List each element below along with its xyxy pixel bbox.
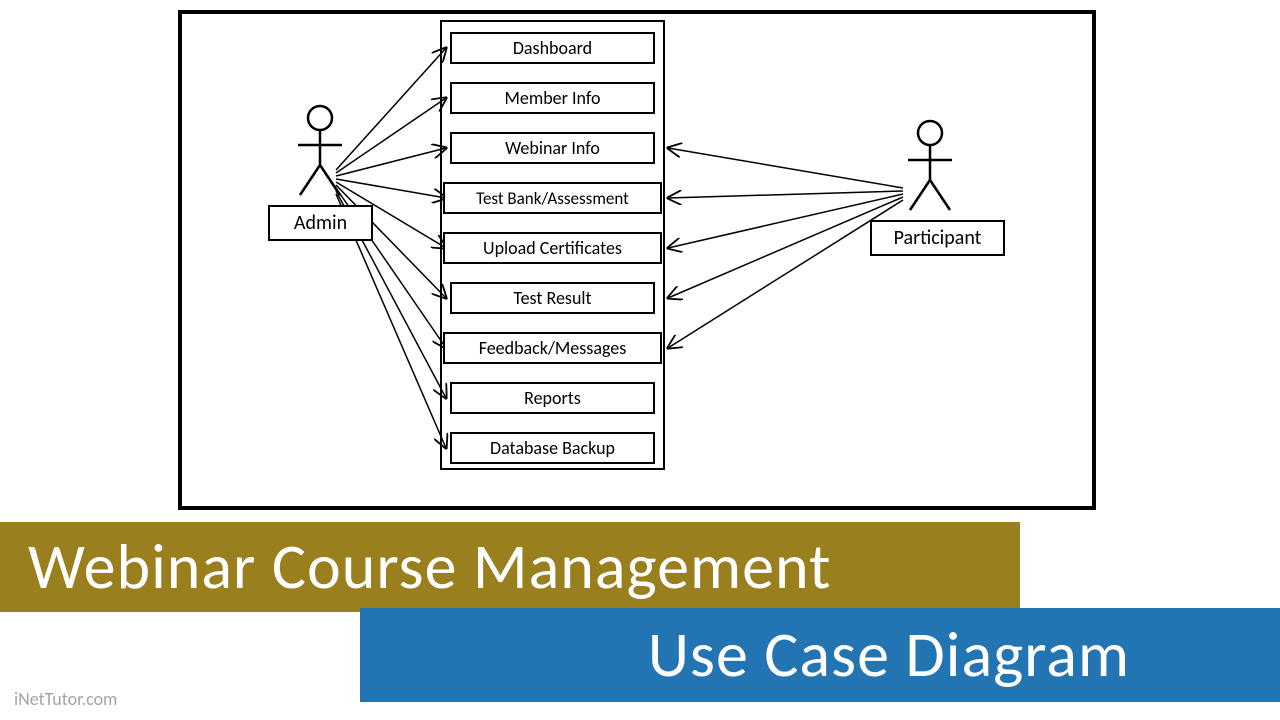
usecase-reports: Reports: [450, 382, 655, 414]
admin-actor-icon: [290, 100, 350, 205]
title-banner-1: Webinar Course Management: [0, 522, 1020, 612]
usecase-webinar-info: Webinar Info: [450, 132, 655, 164]
usecase-feedback-messages: Feedback/Messages: [443, 332, 662, 364]
usecase-dashboard: Dashboard: [450, 32, 655, 64]
watermark-text: iNetTutor.com: [14, 688, 117, 710]
usecase-upload-certificates: Upload Certificates: [443, 232, 662, 264]
participant-actor-label: Participant: [870, 220, 1005, 256]
usecase-test-bank: Test Bank/Assessment: [443, 182, 662, 214]
admin-actor-label: Admin: [268, 205, 373, 241]
usecase-member-info: Member Info: [450, 82, 655, 114]
title-banner-2: Use Case Diagram: [360, 608, 1280, 702]
usecase-test-result: Test Result: [450, 282, 655, 314]
usecase-database-backup: Database Backup: [450, 432, 655, 464]
participant-actor-icon: [900, 115, 960, 220]
diagram-stage: Admin Participant Dashboard Member Info …: [0, 0, 1280, 720]
